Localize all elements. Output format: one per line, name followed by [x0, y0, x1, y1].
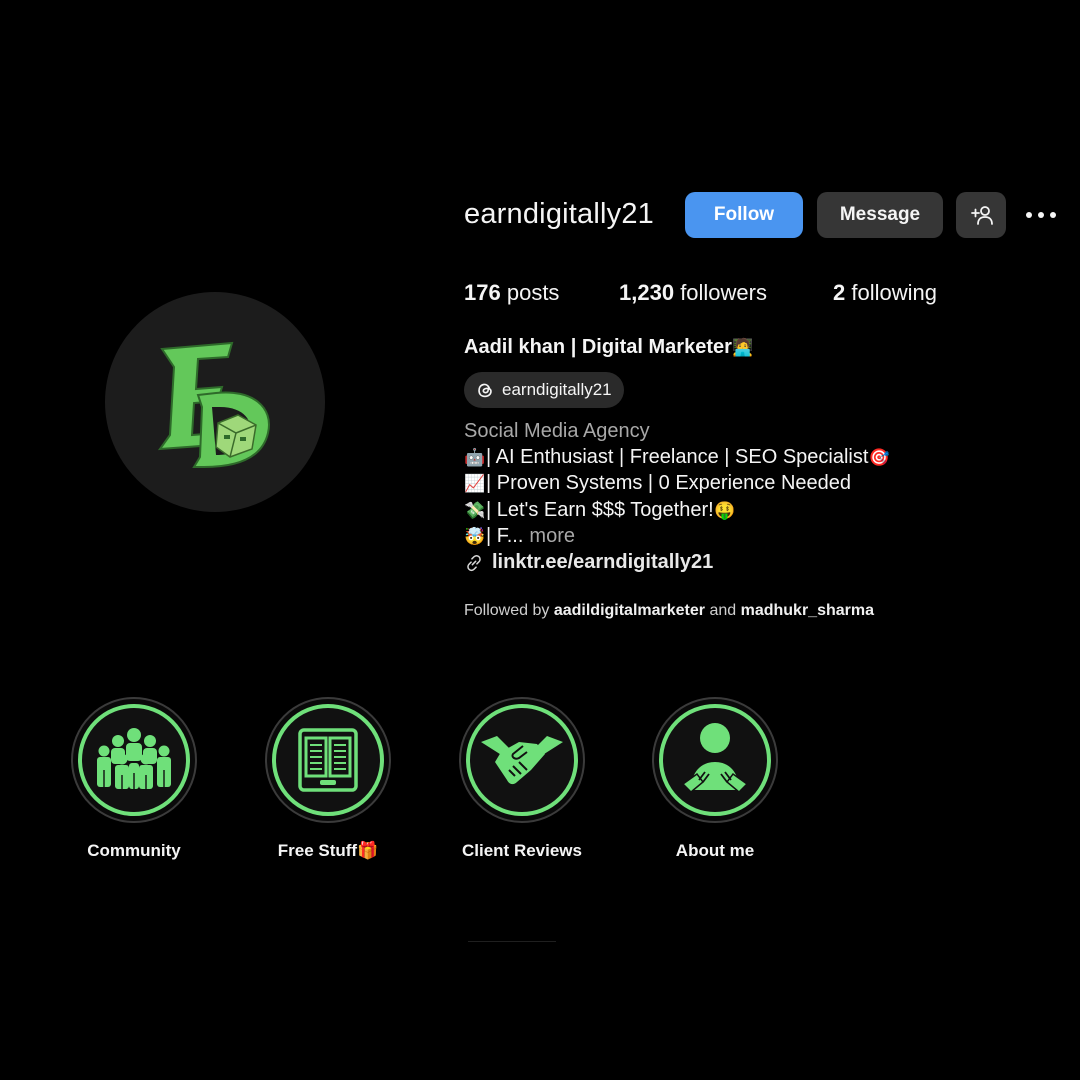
threads-icon [478, 383, 492, 398]
followed-by-and: and [709, 602, 737, 619]
money-mouth-emoji: 🤑 [714, 500, 736, 520]
highlight-ring [265, 697, 391, 823]
profile-avatar[interactable] [105, 292, 325, 512]
threads-handle: earndigitally21 [502, 380, 612, 399]
highlight-community[interactable]: Community [71, 697, 197, 860]
bio-line: 🤯 | F... more [464, 525, 575, 548]
followers-stat[interactable]: 1,230 followers [619, 280, 767, 306]
following-label: following [851, 280, 937, 305]
bio-more-link[interactable]: more [529, 525, 575, 548]
person-icon [681, 723, 749, 794]
link-text: linktr.ee/earndigitally21 [492, 551, 714, 573]
robot-emoji: 🤖 [464, 447, 486, 467]
bio-line: 🤖 | AI Enthusiast | Freelance | SEO Speci… [464, 446, 890, 469]
more-options-icon[interactable] [1024, 202, 1058, 228]
highlight-about-me[interactable]: About me [652, 697, 778, 860]
money-wings-emoji: 💸 [464, 500, 486, 520]
highlight-cover [659, 704, 771, 816]
profile-username: earndigitally21 [464, 198, 655, 230]
bio-text: | AI Enthusiast | Freelance | SEO Specia… [486, 446, 869, 468]
followers-count: 1,230 [619, 280, 675, 305]
posts-label: posts [506, 280, 560, 305]
posts-stat: 176 posts [464, 280, 559, 306]
highlight-label: Community [87, 841, 181, 860]
highlight-label: About me [675, 841, 755, 860]
highlight-cover [78, 704, 190, 816]
bio-text: | F... [486, 525, 524, 547]
handshake-icon [481, 736, 563, 785]
following-count: 2 [833, 280, 846, 305]
link-icon [467, 554, 481, 571]
threads-badge[interactable]: earndigitally21 [464, 372, 624, 408]
highlight-ring [71, 697, 197, 823]
suggest-users-button[interactable] [956, 192, 1006, 238]
highlight-cover [466, 704, 578, 816]
highlight-free-stuff[interactable]: Free Stuff🎁 [265, 697, 391, 860]
bio-text: | Proven Systems | 0 Experience Needed [486, 472, 852, 494]
highlight-cover [272, 704, 384, 816]
full-name-text: Aadil khan | Digital Marketer [464, 336, 732, 358]
bio-line: 📈 | Proven Systems | 0 Experience Needed [464, 472, 851, 495]
follow-button[interactable]: Follow [685, 192, 803, 238]
followed-by-user: aadildigitalmarketer [553, 602, 705, 619]
followed-by-prefix: Followed by [464, 602, 550, 619]
followed-by-user: madhukr_sharma [740, 602, 874, 619]
highlight-label: Client Reviews [462, 841, 582, 860]
followed-by[interactable]: Followed by aadildigitalmarketer and mad… [464, 602, 874, 620]
community-icon [97, 728, 171, 789]
ed-logo [157, 341, 270, 468]
chart-emoji: 📈 [464, 473, 486, 493]
profile-full-name: Aadil khan | Digital Marketer🧑‍💻 [464, 336, 754, 359]
highlight-ring [652, 697, 778, 823]
section-divider [468, 941, 556, 942]
message-button[interactable]: Message [817, 192, 943, 238]
exploding-head-emoji: 🤯 [464, 526, 486, 546]
following-stat[interactable]: 2 following [833, 280, 937, 306]
free-stuff-icon [298, 728, 358, 792]
bio-text: | Let's Earn $$$ Together! [486, 499, 714, 521]
highlight-ring [459, 697, 585, 823]
target-emoji: 🎯 [868, 447, 891, 467]
followers-label: followers [680, 280, 767, 305]
highlight-client-reviews[interactable]: Client Reviews [459, 697, 585, 860]
highlight-label: Free Stuff🎁 [277, 841, 379, 860]
posts-count: 176 [464, 280, 501, 305]
profile-category: Social Media Agency [464, 420, 650, 442]
add-user-icon [971, 206, 993, 225]
bio-line: 💸 | Let's Earn $$$ Together! 🤑 [464, 499, 736, 522]
technologist-emoji: 🧑‍💻 [732, 338, 754, 357]
profile-link[interactable]: linktr.ee/earndigitally21 [464, 551, 713, 574]
